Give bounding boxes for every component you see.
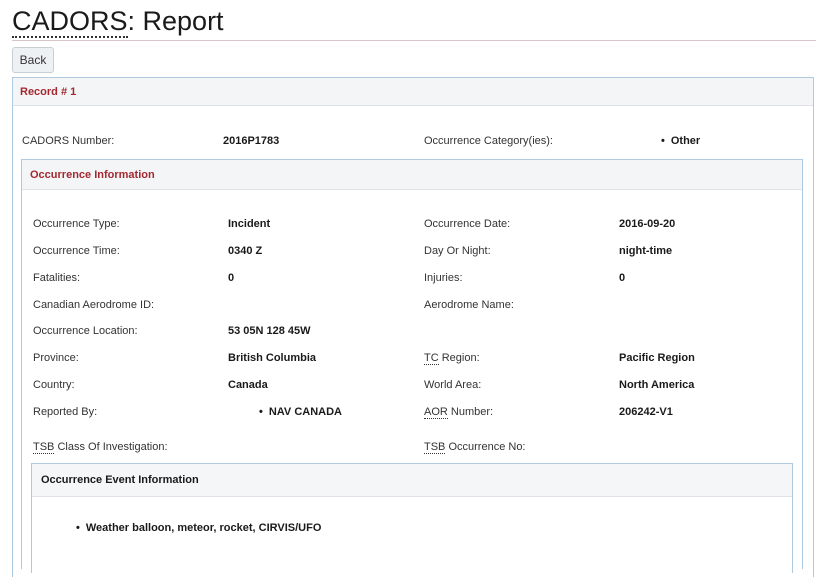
occurrence-event-item: Weather balloon, meteor, rocket, CIRVIS/… xyxy=(76,521,322,535)
occurrence-category-label: Occurrence Category(ies): xyxy=(424,135,553,147)
occurrence-location-label: Occurrence Location: xyxy=(33,325,138,337)
occurrence-event-heading: Occurrence Event Information xyxy=(32,464,792,497)
occurrence-time-value: 0340 Z xyxy=(228,245,263,257)
occurrence-information-heading: Occurrence Information xyxy=(22,160,802,190)
province-label: Province: xyxy=(33,352,79,364)
tsb-class-label-rest: Class Of Investigation: xyxy=(54,441,168,453)
aor-number-value: 206242-V1 xyxy=(619,406,673,418)
fatalities-value: 0 xyxy=(228,272,235,284)
cadors-abbr[interactable]: CADORS xyxy=(12,6,128,38)
occurrence-event-panel: Occurrence Event Information xyxy=(31,463,793,573)
page-title: CADORS: Report xyxy=(12,4,224,38)
page-title-rest: : Report xyxy=(127,6,224,36)
back-button[interactable]: Back xyxy=(12,47,54,73)
occurrence-date-label: Occurrence Date: xyxy=(424,218,511,230)
aor-number-label-rest: Number: xyxy=(447,406,494,418)
tsb-occurrence-no-label-rest: Occurrence No: xyxy=(445,441,526,453)
country-value: Canada xyxy=(228,379,268,391)
day-or-night-label: Day Or Night: xyxy=(424,245,491,257)
aerodrome-id-label: Canadian Aerodrome ID: xyxy=(33,299,155,311)
world-area-value: North America xyxy=(619,379,695,391)
aor-number-label: AOR Number: xyxy=(424,405,493,419)
tc-region-label-rest: Region: xyxy=(438,352,480,364)
tsb-abbr-2[interactable]: TSB xyxy=(424,441,446,454)
tsb-class-label: TSB Class Of Investigation: xyxy=(33,440,168,454)
tc-region-value: Pacific Region xyxy=(619,352,695,364)
record-heading: Record # 1 xyxy=(13,78,813,106)
aor-abbr[interactable]: AOR xyxy=(424,406,448,419)
tc-region-label: TC Region: xyxy=(424,351,480,365)
occurrence-category-item: Other xyxy=(661,134,700,148)
cadors-number-label: CADORS Number: xyxy=(22,135,115,147)
occurrence-type-label: Occurrence Type: xyxy=(33,218,120,230)
title-divider xyxy=(12,40,816,41)
occurrence-time-label: Occurrence Time: xyxy=(33,245,120,257)
injuries-label: Injuries: xyxy=(424,272,463,284)
day-or-night-value: night-time xyxy=(619,245,673,257)
tsb-abbr[interactable]: TSB xyxy=(33,441,55,454)
world-area-label: World Area: xyxy=(424,379,482,391)
tc-abbr[interactable]: TC xyxy=(424,352,439,365)
fatalities-label: Fatalities: xyxy=(33,272,81,284)
country-label: Country: xyxy=(33,379,75,391)
province-value: British Columbia xyxy=(228,352,317,364)
reported-by-label: Reported By: xyxy=(33,406,98,418)
reported-by-value: NAV CANADA xyxy=(259,405,342,419)
cadors-number-value: 2016P1783 xyxy=(223,135,280,147)
occurrence-type-value: Incident xyxy=(228,218,271,230)
occurrence-date-value: 2016-09-20 xyxy=(619,218,676,230)
tsb-occurrence-no-label: TSB Occurrence No: xyxy=(424,440,526,454)
aerodrome-name-label: Aerodrome Name: xyxy=(424,299,514,311)
injuries-value: 0 xyxy=(619,272,626,284)
occurrence-location-value: 53 05N 128 45W xyxy=(228,325,311,337)
